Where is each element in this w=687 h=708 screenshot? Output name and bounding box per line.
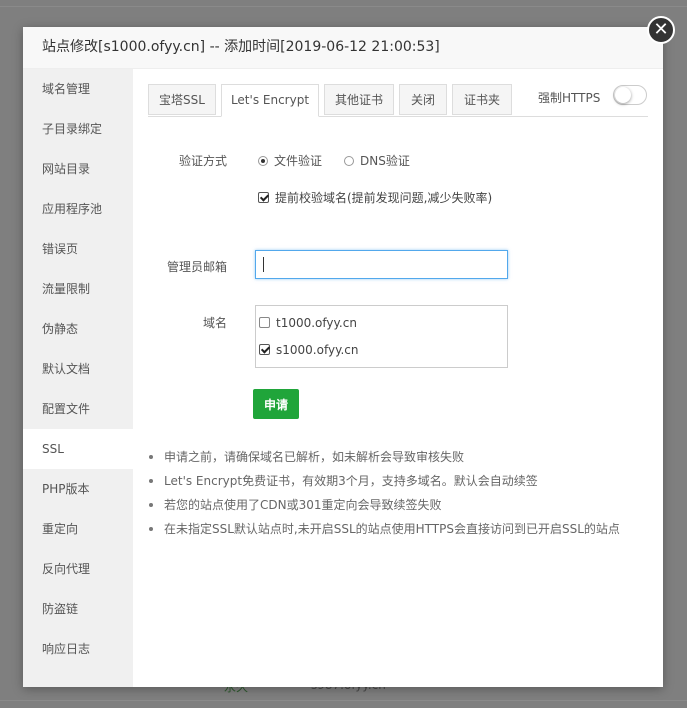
toggle-knob: [615, 87, 631, 103]
verify-dns-label: DNS验证: [360, 154, 410, 168]
precheck-option[interactable]: 提前校验域名(提前发现问题,减少失败率): [258, 189, 492, 206]
background-row-line: [0, 700, 687, 701]
sidebar-item-subdir-bind[interactable]: 子目录绑定: [23, 109, 133, 149]
domain-list: t1000.ofyy.cn s1000.ofyy.cn: [255, 305, 508, 368]
sidebar-item-rewrite[interactable]: 伪静态: [23, 309, 133, 349]
tip-item: 若您的站点使用了CDN或301重定向会导致续签失败: [149, 493, 620, 517]
sidebar-item-domain-manage[interactable]: 域名管理: [23, 69, 133, 109]
sidebar-item-site-dir[interactable]: 网站目录: [23, 149, 133, 189]
domain-label: 域名: [202, 316, 227, 330]
site-settings-dialog: 站点修改[s1000.ofyy.cn] -- 添加时间[2019-06-12 2…: [23, 27, 663, 687]
tip-item: Let's Encrypt免费证书，有效期3个月，支持多域名。默认会自动续签: [149, 469, 620, 493]
tab-bt-ssl[interactable]: 宝塔SSL: [148, 84, 216, 115]
sidebar-item-redirect[interactable]: 重定向: [23, 509, 133, 549]
force-https-label: 强制HTTPS: [538, 91, 601, 105]
domain-item-s1000[interactable]: s1000.ofyy.cn: [259, 343, 358, 357]
domain-name-t1000: t1000.ofyy.cn: [276, 316, 357, 330]
tip-item: 申请之前，请确保域名已解析，如未解析会导致审核失败: [149, 445, 620, 469]
tab-cert-folder[interactable]: 证书夹: [452, 84, 512, 115]
tip-item: 在未指定SSL默认站点时,未开启SSL的站点使用HTTPS会直接访问到已开启SS…: [149, 517, 620, 541]
tips-list: 申请之前，请确保域名已解析，如未解析会导致审核失败 Let's Encrypt免…: [149, 445, 620, 541]
sidebar-item-config-file[interactable]: 配置文件: [23, 389, 133, 429]
tab-lets-encrypt[interactable]: Let's Encrypt: [221, 84, 319, 117]
verify-method-label: 验证方式: [178, 154, 227, 168]
force-https-toggle[interactable]: [613, 85, 647, 105]
admin-email-label: 管理员邮箱: [166, 260, 227, 274]
verify-dns-option[interactable]: DNS验证: [344, 152, 410, 169]
radio-file-verify[interactable]: [258, 156, 268, 166]
tab-close-ssl[interactable]: 关闭: [399, 84, 447, 115]
sidebar-item-app-pool[interactable]: 应用程序池: [23, 189, 133, 229]
tab-other-cert[interactable]: 其他证书: [324, 84, 394, 115]
ssl-panel: 宝塔SSL Let's Encrypt 其他证书 关闭 证书夹 强制HTTPS …: [133, 69, 663, 687]
sidebar-item-reverse-proxy[interactable]: 反向代理: [23, 549, 133, 589]
verify-file-label: 文件验证: [274, 154, 323, 168]
sidebar-item-traffic-limit[interactable]: 流量限制: [23, 269, 133, 309]
sidebar-item-error-page[interactable]: 错误页: [23, 229, 133, 269]
domain-name-s1000: s1000.ofyy.cn: [276, 343, 359, 357]
sidebar-item-response-log[interactable]: 响应日志: [23, 629, 133, 669]
sidebar-item-default-doc[interactable]: 默认文档: [23, 349, 133, 389]
domain-item-t1000[interactable]: t1000.ofyy.cn: [259, 316, 357, 330]
sidebar-item-ssl[interactable]: SSL: [23, 429, 133, 469]
admin-email-input[interactable]: [255, 250, 508, 279]
dialog-title: 站点修改[s1000.ofyy.cn] -- 添加时间[2019-06-12 2…: [23, 27, 663, 69]
text-caret: [263, 257, 264, 272]
precheck-checkbox[interactable]: [258, 192, 269, 203]
settings-sidebar: 域名管理 子目录绑定 网站目录 应用程序池 错误页 流量限制 伪静态 默认文档 …: [23, 69, 133, 687]
close-icon[interactable]: ✕: [647, 16, 675, 44]
precheck-label: 提前校验域名(提前发现问题,减少失败率): [275, 191, 493, 205]
domain-checkbox-s1000[interactable]: [259, 344, 270, 355]
domain-checkbox-t1000[interactable]: [259, 317, 270, 328]
sidebar-item-php-version[interactable]: PHP版本: [23, 469, 133, 509]
radio-dns-verify[interactable]: [344, 156, 354, 166]
verify-file-option[interactable]: 文件验证: [258, 152, 322, 169]
background-row-line: [0, 6, 687, 7]
sidebar-item-hotlink[interactable]: 防盗链: [23, 589, 133, 629]
apply-button[interactable]: 申请: [253, 389, 299, 419]
